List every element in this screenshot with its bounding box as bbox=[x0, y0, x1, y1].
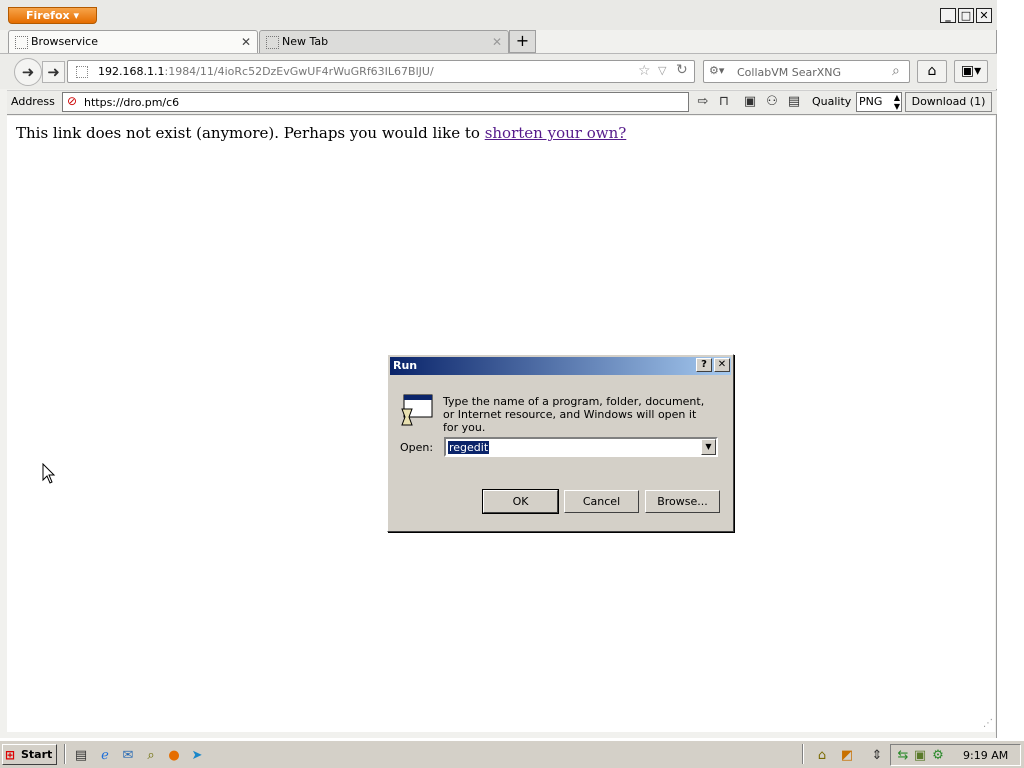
tab-label: Browservice bbox=[31, 35, 98, 48]
tray-toolbar-icon[interactable]: ⌂ bbox=[813, 747, 831, 764]
close-icon: ✕ bbox=[717, 359, 727, 370]
search-icon[interactable]: ⌕ bbox=[892, 63, 900, 79]
bookmark-star-icon[interactable]: ☆ bbox=[638, 63, 651, 79]
go-arrow-icon[interactable]: ⇨ bbox=[694, 93, 712, 111]
minimize-icon: _ bbox=[945, 9, 951, 22]
download-label: Download (1) bbox=[911, 95, 986, 108]
quality-label: Quality bbox=[812, 95, 852, 108]
new-tab-button[interactable]: + bbox=[509, 30, 536, 53]
address-value[interactable]: https://dro.pm/c6 bbox=[84, 96, 179, 109]
tab-label: New Tab bbox=[282, 35, 329, 48]
browse-label: Browse... bbox=[657, 495, 708, 508]
resize-grip-icon[interactable]: ⋰ bbox=[983, 718, 993, 729]
quality-select[interactable]: PNG ▲ ▼ bbox=[856, 92, 902, 112]
run-dialog-titlebar[interactable]: Run bbox=[390, 357, 731, 375]
address-field[interactable]: ⊘ https://dro.pm/c6 bbox=[62, 92, 689, 112]
open-combobox[interactable]: regedit ▼ bbox=[444, 437, 718, 457]
help-icon: ? bbox=[701, 359, 707, 370]
url-path: :1984/11/4ioRc52DzEvGwUF4rWuGRf63IL67BlJ… bbox=[164, 65, 434, 78]
tray-toolbar-icon-2[interactable]: ◩ bbox=[838, 747, 856, 764]
tray-app-icon[interactable]: ▣ bbox=[911, 747, 929, 764]
dialog-close-button[interactable]: ✕ bbox=[714, 358, 730, 372]
taskbar-divider bbox=[802, 744, 804, 764]
open-label: Open: bbox=[400, 441, 434, 454]
addons-button[interactable]: ▣▾ bbox=[954, 60, 988, 83]
save-page-icon[interactable]: ▣ bbox=[741, 93, 759, 111]
minimize-button[interactable]: _ bbox=[940, 8, 956, 23]
mouse-cursor-icon bbox=[42, 463, 56, 484]
page-favicon-icon bbox=[15, 36, 28, 49]
tray-status-icon[interactable]: ⚙ bbox=[929, 747, 947, 764]
home-icon: ⌂ bbox=[927, 63, 937, 79]
download-button[interactable]: Download (1) bbox=[905, 92, 992, 112]
close-window-button[interactable]: ✕ bbox=[976, 8, 992, 23]
help-button[interactable]: ? bbox=[696, 358, 712, 372]
puzzle-icon: ▣▾ bbox=[960, 63, 982, 79]
reload-icon[interactable]: ↻ bbox=[676, 62, 688, 78]
tab-close-icon[interactable]: ✕ bbox=[492, 31, 502, 53]
insecure-lock-icon: ⊘ bbox=[67, 94, 78, 108]
home-button[interactable]: ⌂ bbox=[917, 60, 947, 83]
search-placeholder: CollabVM SearXNG bbox=[737, 66, 842, 79]
tab-close-icon[interactable]: ✕ bbox=[241, 31, 251, 53]
dialog-description: Type the name of a program, folder, docu… bbox=[443, 395, 705, 434]
open-input-value[interactable]: regedit bbox=[448, 441, 490, 454]
clock[interactable]: 9:19 AM bbox=[963, 749, 1008, 762]
cancel-button[interactable]: Cancel bbox=[564, 490, 639, 513]
bookmark-icon[interactable]: ⊓ bbox=[715, 93, 733, 111]
scroll-arrows-icon[interactable]: ⇕ bbox=[868, 747, 886, 764]
maximize-button[interactable]: □ bbox=[958, 8, 974, 23]
maximize-icon: □ bbox=[960, 9, 972, 22]
forward-button[interactable]: ➜ bbox=[42, 61, 65, 83]
firefox-menu-button[interactable]: Firefox ▾ bbox=[8, 7, 97, 24]
browse-button[interactable]: Browse... bbox=[645, 490, 720, 513]
tab-browservice[interactable]: Browservice ✕ bbox=[8, 30, 258, 53]
site-identity-icon[interactable] bbox=[76, 66, 88, 78]
firefox-quicklaunch-icon[interactable]: ● bbox=[165, 747, 183, 764]
url-host: 192.168.1.1 bbox=[98, 65, 165, 78]
history-dropdown-icon[interactable]: ▽ bbox=[658, 64, 666, 77]
show-desktop-icon[interactable]: ▤ bbox=[72, 747, 90, 764]
shorten-link[interactable]: shorten your own? bbox=[485, 124, 627, 142]
search-engine-icon[interactable]: ⚙▾ bbox=[709, 64, 724, 77]
internet-explorer-icon[interactable]: ℯ bbox=[96, 747, 114, 764]
plus-icon: + bbox=[515, 31, 530, 50]
start-button[interactable]: ⊞ Start bbox=[2, 744, 57, 765]
url-bar[interactable]: 192.168.1.1:1984/11/4ioRc52DzEvGwUF4rWuG… bbox=[67, 60, 695, 83]
ok-label: OK bbox=[512, 495, 529, 508]
forward-arrow-icon: ➜ bbox=[47, 63, 60, 81]
page-favicon-icon bbox=[266, 36, 279, 49]
tab-new-tab[interactable]: New Tab ✕ bbox=[259, 30, 509, 53]
cancel-label: Cancel bbox=[582, 495, 621, 508]
back-button[interactable]: ➜ bbox=[14, 58, 42, 86]
search-bar[interactable]: ⚙▾ CollabVM SearXNG ⌕ bbox=[703, 60, 910, 83]
windows-explorer-icon[interactable]: ⌕ bbox=[142, 747, 160, 764]
firefox-menu-label: Firefox bbox=[26, 9, 70, 22]
dropdown-arrow-icon[interactable]: ▼ bbox=[701, 439, 716, 455]
close-icon: ✕ bbox=[979, 9, 989, 22]
firefox-titlebar[interactable] bbox=[0, 0, 997, 30]
windows-logo-icon: ⊞ bbox=[5, 748, 16, 762]
quality-value: PNG bbox=[859, 95, 883, 108]
message-text: This link does not exist (anymore). Perh… bbox=[16, 124, 480, 142]
run-program-icon bbox=[401, 394, 433, 426]
find-binoculars-icon[interactable]: ⚇ bbox=[763, 93, 781, 111]
run-dialog: Run ? ✕ Type the name of a program, fold… bbox=[387, 354, 734, 532]
taskbar-divider bbox=[64, 744, 66, 764]
media-quicklaunch-icon[interactable]: ➤ bbox=[188, 747, 206, 764]
start-label: Start bbox=[21, 748, 53, 761]
ok-button[interactable]: OK bbox=[482, 489, 559, 514]
outlook-express-icon[interactable]: ✉ bbox=[119, 747, 137, 764]
page-message: This link does not exist (anymore). Perh… bbox=[16, 124, 626, 142]
address-label: Address bbox=[11, 95, 55, 108]
url-text[interactable]: 192.168.1.1:1984/11/4ioRc52DzEvGwUF4rWuG… bbox=[98, 65, 434, 78]
stepper-arrows-icon[interactable]: ▲ ▼ bbox=[894, 93, 900, 111]
back-arrow-icon: ➜ bbox=[21, 63, 35, 81]
network-icon[interactable]: ⇆ bbox=[894, 747, 912, 764]
system-tray: ⇆ ▣ ⚙ 9:19 AM bbox=[890, 744, 1021, 766]
dialog-title: Run bbox=[393, 359, 418, 372]
clipboard-icon[interactable]: ▤ bbox=[785, 93, 803, 111]
